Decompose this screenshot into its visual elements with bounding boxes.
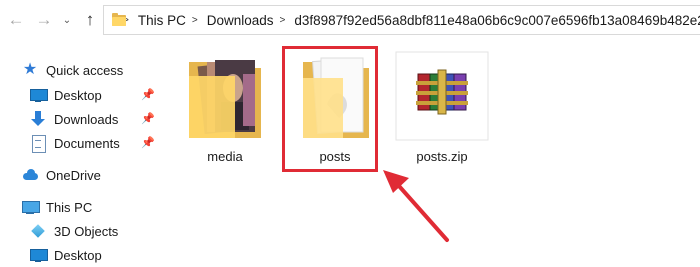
red-arrow-icon (383, 170, 449, 242)
